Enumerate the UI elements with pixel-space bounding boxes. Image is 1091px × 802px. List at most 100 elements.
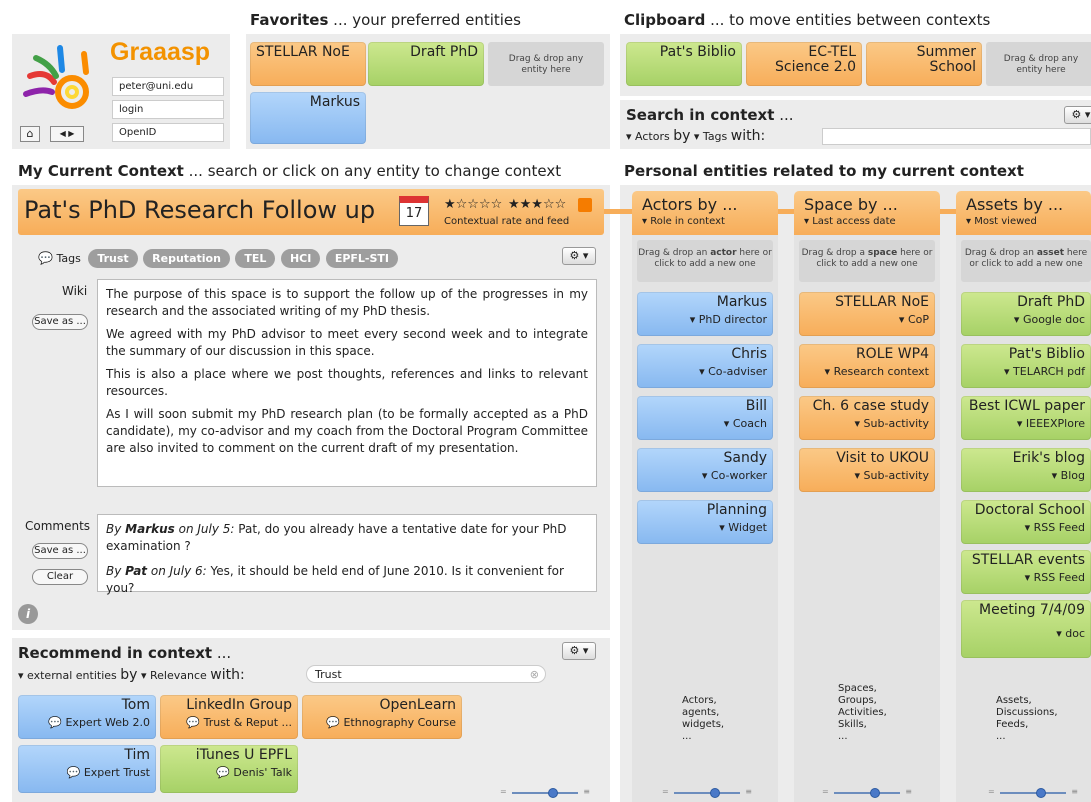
space-column-header[interactable]: Space by ... ▾ Last access date bbox=[794, 191, 940, 235]
clipboard-item[interactable]: Summer School bbox=[866, 42, 982, 86]
clipboard-item[interactable]: Pat's Biblio bbox=[626, 42, 742, 86]
wiki-save-button[interactable]: Save as ... bbox=[32, 314, 88, 330]
rss-icon[interactable] bbox=[578, 198, 592, 212]
asset-item[interactable]: Draft PhD ▾ Google doc bbox=[961, 292, 1091, 336]
search-gear-icon[interactable]: ⚙ ▾ bbox=[1064, 106, 1091, 124]
recommend-item[interactable]: OpenLearn 💬 Ethnography Course bbox=[302, 695, 462, 739]
asset-item[interactable]: Meeting 7/4/09 ▾ doc bbox=[961, 600, 1091, 658]
assets-legend: Assets, Discussions, Feeds,... bbox=[996, 695, 1058, 742]
actors-legend: Actors, agents, widgets,... bbox=[682, 695, 725, 742]
comments-clear-button[interactable]: Clear bbox=[32, 569, 88, 585]
wiki-label: Wiki bbox=[62, 284, 88, 298]
favorites-subtitle: ... your preferred entities bbox=[333, 11, 521, 29]
recommend-with-label: with: bbox=[210, 667, 245, 683]
nav-arrows-icon[interactable]: ◀ ▶ bbox=[50, 126, 84, 142]
recommend-title: Recommend in context ... bbox=[18, 644, 232, 662]
space-title: Pat's PhD Research Follow up bbox=[24, 196, 376, 224]
tag-speech-icon: 💬 bbox=[38, 251, 53, 265]
tag-chip[interactable]: HCI bbox=[280, 249, 321, 268]
comment-item: By Markus on July 5: Pat, do you already… bbox=[106, 522, 567, 553]
recommend-item[interactable]: LinkedIn Group 💬 Trust & Reput ... bbox=[160, 695, 298, 739]
search-with-label: with: bbox=[730, 128, 766, 144]
clipboard-header: Clipboard ... to move entities between c… bbox=[624, 11, 990, 29]
actors-zoom-slider[interactable]: = ≡ bbox=[662, 787, 752, 798]
space-drop-zone[interactable]: Drag & drop a space here or click to add… bbox=[799, 240, 935, 282]
favorite-item[interactable]: STELLAR NoE bbox=[250, 42, 366, 86]
favorite-item[interactable]: Markus bbox=[250, 92, 366, 144]
recommend-item[interactable]: iTunes U EPFL 💬 Denis' Talk bbox=[160, 745, 298, 793]
recommend-by-label: by bbox=[120, 667, 138, 683]
space-item[interactable]: Visit to UKOU ▾ Sub-activity bbox=[799, 448, 935, 492]
wiki-paragraph: As I will soon submit my PhD research pl… bbox=[106, 407, 588, 455]
asset-item[interactable]: Doctoral School ▾ RSS Feed bbox=[961, 500, 1091, 544]
recommend-facet-relevance[interactable]: ▾ Relevance bbox=[141, 669, 207, 682]
comments-save-button[interactable]: Save as ... bbox=[32, 543, 88, 559]
recommend-input[interactable]: Trust ⊗ bbox=[306, 665, 546, 683]
comments-textbox[interactable]: By Markus on July 5: Pat, do you already… bbox=[97, 514, 597, 595]
comment-item: By Pat on July 6: Yes, it should be held… bbox=[106, 564, 564, 595]
recommend-gear-icon[interactable]: ⚙ ▾ bbox=[562, 642, 596, 660]
actor-item[interactable]: Chris ▾ Co-adviser bbox=[637, 344, 773, 388]
info-icon[interactable]: i bbox=[18, 604, 38, 624]
rating-stars-personal[interactable]: ★☆☆☆☆ bbox=[444, 197, 502, 212]
search-facets: ▾ Actors by ▾ Tags with: bbox=[626, 128, 765, 144]
assets-column-header[interactable]: Assets by ... ▾ Most viewed bbox=[956, 191, 1091, 235]
actors-column-header[interactable]: Actors by ... ▾ Role in context bbox=[632, 191, 778, 235]
space-item[interactable]: ROLE WP4 ▾ Research context bbox=[799, 344, 935, 388]
rating-stars-average[interactable]: ★★★☆☆ bbox=[508, 197, 566, 212]
wiki-paragraph: The purpose of this space is to support … bbox=[106, 287, 588, 318]
actors-drop-zone[interactable]: Drag & drop an actor here or click to ad… bbox=[637, 240, 773, 282]
actor-item[interactable]: Markus ▾ PhD director bbox=[637, 292, 773, 336]
comments-label: Comments bbox=[25, 519, 91, 533]
favorites-header: Favorites ... your preferred entities bbox=[250, 11, 521, 29]
space-item[interactable]: STELLAR NoE ▾ CoP bbox=[799, 292, 935, 336]
recommend-item[interactable]: Tim 💬 Expert Trust bbox=[18, 745, 156, 793]
email-field[interactable]: peter@uni.edu bbox=[112, 77, 224, 96]
clipboard-title: Clipboard bbox=[624, 11, 706, 29]
search-title: Search in context ... bbox=[626, 106, 794, 124]
clipboard-item[interactable]: EC-TEL Science 2.0 bbox=[746, 42, 862, 86]
favorites-drop-zone[interactable]: Drag & drop any entity here bbox=[488, 42, 604, 86]
clear-search-icon[interactable]: ⊗ bbox=[530, 668, 539, 681]
assets-drop-zone[interactable]: Drag & drop an asset here or click to ad… bbox=[961, 240, 1091, 282]
recommend-facet-external[interactable]: ▾ external entities bbox=[18, 669, 117, 682]
rate-feed-label: Contextual rate and feed bbox=[444, 216, 570, 227]
wiki-paragraph: This is also a place where we post thoug… bbox=[106, 367, 588, 398]
login-panel: Graaasp peter@uni.edu login OpenID ⌂ ◀ ▶ bbox=[12, 34, 230, 149]
asset-item[interactable]: Best ICWL paper ▾ IEEEXPlore bbox=[961, 396, 1091, 440]
space-item[interactable]: Ch. 6 case study ▾ Sub-activity bbox=[799, 396, 935, 440]
search-facet-tags[interactable]: ▾ Tags bbox=[694, 130, 727, 143]
search-input[interactable] bbox=[822, 128, 1091, 145]
asset-item[interactable]: Erik's blog ▾ Blog bbox=[961, 448, 1091, 492]
recommend-zoom-slider[interactable]: = ≡ bbox=[500, 787, 590, 798]
actor-item[interactable]: Sandy ▾ Co-worker bbox=[637, 448, 773, 492]
calendar-icon[interactable]: 17 bbox=[399, 196, 429, 226]
clipboard-drop-zone[interactable]: Drag & drop any entity here bbox=[986, 42, 1091, 86]
asset-item[interactable]: Pat's Biblio ▾ TELARCH pdf bbox=[961, 344, 1091, 388]
assets-zoom-slider[interactable]: = ≡ bbox=[988, 787, 1078, 798]
wiki-textbox[interactable]: The purpose of this space is to support … bbox=[97, 279, 597, 487]
personal-header: Personal entities related to my current … bbox=[624, 162, 1024, 180]
actor-item[interactable]: Planning ▾ Widget bbox=[637, 500, 773, 544]
home-icon[interactable]: ⌂ bbox=[20, 126, 40, 142]
favorite-item[interactable]: Draft PhD bbox=[368, 42, 484, 86]
openid-field[interactable]: OpenID bbox=[112, 123, 224, 142]
logo-icon bbox=[20, 42, 100, 114]
search-facet-actors[interactable]: ▾ Actors bbox=[626, 130, 670, 143]
login-field[interactable]: login bbox=[112, 100, 224, 119]
actor-item[interactable]: Bill ▾ Coach bbox=[637, 396, 773, 440]
context-gear-icon[interactable]: ⚙ ▾ bbox=[562, 247, 596, 265]
recommend-item[interactable]: Tom 💬 Expert Web 2.0 bbox=[18, 695, 156, 739]
tags-label: Tags bbox=[56, 252, 81, 265]
space-zoom-slider[interactable]: = ≡ bbox=[822, 787, 912, 798]
wiki-paragraph: We agreed with my PhD advisor to meet ev… bbox=[106, 327, 588, 358]
tag-chip[interactable]: Reputation bbox=[143, 249, 230, 268]
asset-item[interactable]: STELLAR events ▾ RSS Feed bbox=[961, 550, 1091, 594]
tag-chip[interactable]: Trust bbox=[88, 249, 138, 268]
favorites-title: Favorites bbox=[250, 11, 329, 29]
tag-chip[interactable]: TEL bbox=[235, 249, 276, 268]
space-legend: Spaces, Groups, Activities, Skills,... bbox=[838, 683, 887, 742]
tags-row: 💬 Tags Trust Reputation TEL HCI EPFL-STI bbox=[38, 249, 400, 268]
tag-chip[interactable]: EPFL-STI bbox=[325, 249, 398, 268]
recommend-facets: ▾ external entities by ▾ Relevance with: bbox=[18, 667, 245, 683]
